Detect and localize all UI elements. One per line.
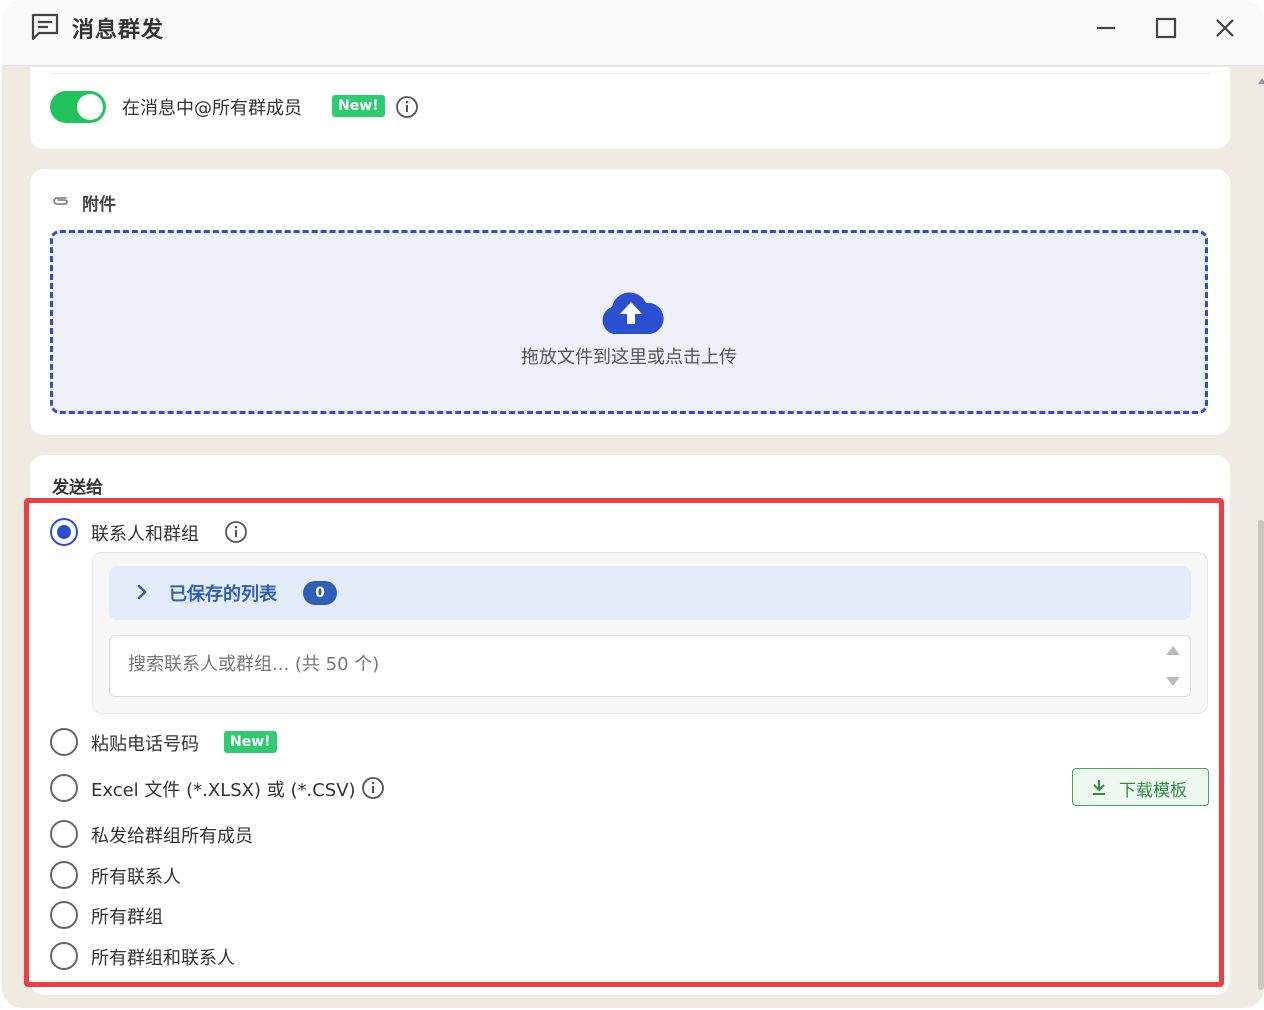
chevron-right-icon [137,584,147,600]
scroll-up-icon[interactable] [1258,78,1264,84]
mention-all-label: 在消息中@所有群成员 [122,98,302,119]
option-label-dm-group-members: 私发给群组所有成员 [91,826,253,847]
option-label-contacts-groups: 联系人和群组 [91,524,199,545]
send-to-card: 发送给 [30,455,1230,995]
option-label-all-groups-and-contacts: 所有群组和联系人 [91,948,235,969]
new-badge: New! [332,95,385,117]
new-badge: New! [224,731,277,753]
paperclip-icon [53,197,68,205]
saved-lists-count-badge: 0 [303,581,337,605]
window-title: 消息群发 [72,18,165,43]
option-label-paste-phone: 粘贴电话号码 [91,734,199,755]
download-template-button[interactable]: 下载模板 [1072,768,1209,806]
radio-dm-group-members[interactable] [50,820,78,848]
divider [50,73,1210,74]
contacts-subpanel: 已保存的列表 0 [92,552,1208,714]
maximize-icon[interactable] [1152,14,1180,42]
saved-lists-label: 已保存的列表 [169,584,277,605]
toggle-knob [77,94,103,120]
file-dropzone[interactable]: 拖放文件到这里或点击上传 [50,230,1208,414]
scroll-up-arrow-icon[interactable] [1166,646,1180,655]
radio-all-groups[interactable] [50,901,78,929]
download-template-label: 下载模板 [1119,781,1187,801]
saved-lists-expander[interactable]: 已保存的列表 0 [109,566,1191,620]
close-icon[interactable] [1211,14,1239,42]
info-icon[interactable] [224,520,248,544]
attachment-label: 附件 [82,195,116,215]
cloud-upload-icon [602,292,664,334]
option-label-all-contacts: 所有联系人 [91,867,181,888]
minimize-icon[interactable] [1092,14,1120,42]
radio-excel-file[interactable] [50,774,78,802]
contact-search-input[interactable] [128,654,1128,675]
title-bar: 消息群发 [2,0,1264,66]
attachment-card: 附件 拖放文件到这里或点击上传 [30,169,1230,435]
message-icon [31,13,59,41]
info-icon[interactable] [395,95,419,119]
download-icon [1093,780,1105,795]
broadcast-window: 消息群发 在消息中@所有群成员 New! 附件 拖放文件到这里或点击上传 发送给… [2,0,1264,1008]
mention-all-toggle[interactable] [50,91,106,123]
radio-all-contacts[interactable] [50,861,78,889]
scroll-down-arrow-icon[interactable] [1166,677,1180,686]
contact-search-box [109,635,1191,697]
dropzone-text: 拖放文件到这里或点击上传 [521,347,737,368]
info-icon[interactable] [361,776,385,800]
mention-card: 在消息中@所有群成员 New! [30,67,1230,149]
option-label-excel: Excel 文件 (*.XLSX) 或 (*.CSV) [91,780,356,801]
radio-all-groups-and-contacts[interactable] [50,942,78,970]
option-label-all-groups: 所有群组 [91,907,163,928]
send-to-label: 发送给 [52,478,103,498]
radio-paste-phone-numbers[interactable] [50,728,78,756]
radio-contacts-groups[interactable] [50,518,78,546]
scrollbar-thumb[interactable] [1258,520,1264,990]
